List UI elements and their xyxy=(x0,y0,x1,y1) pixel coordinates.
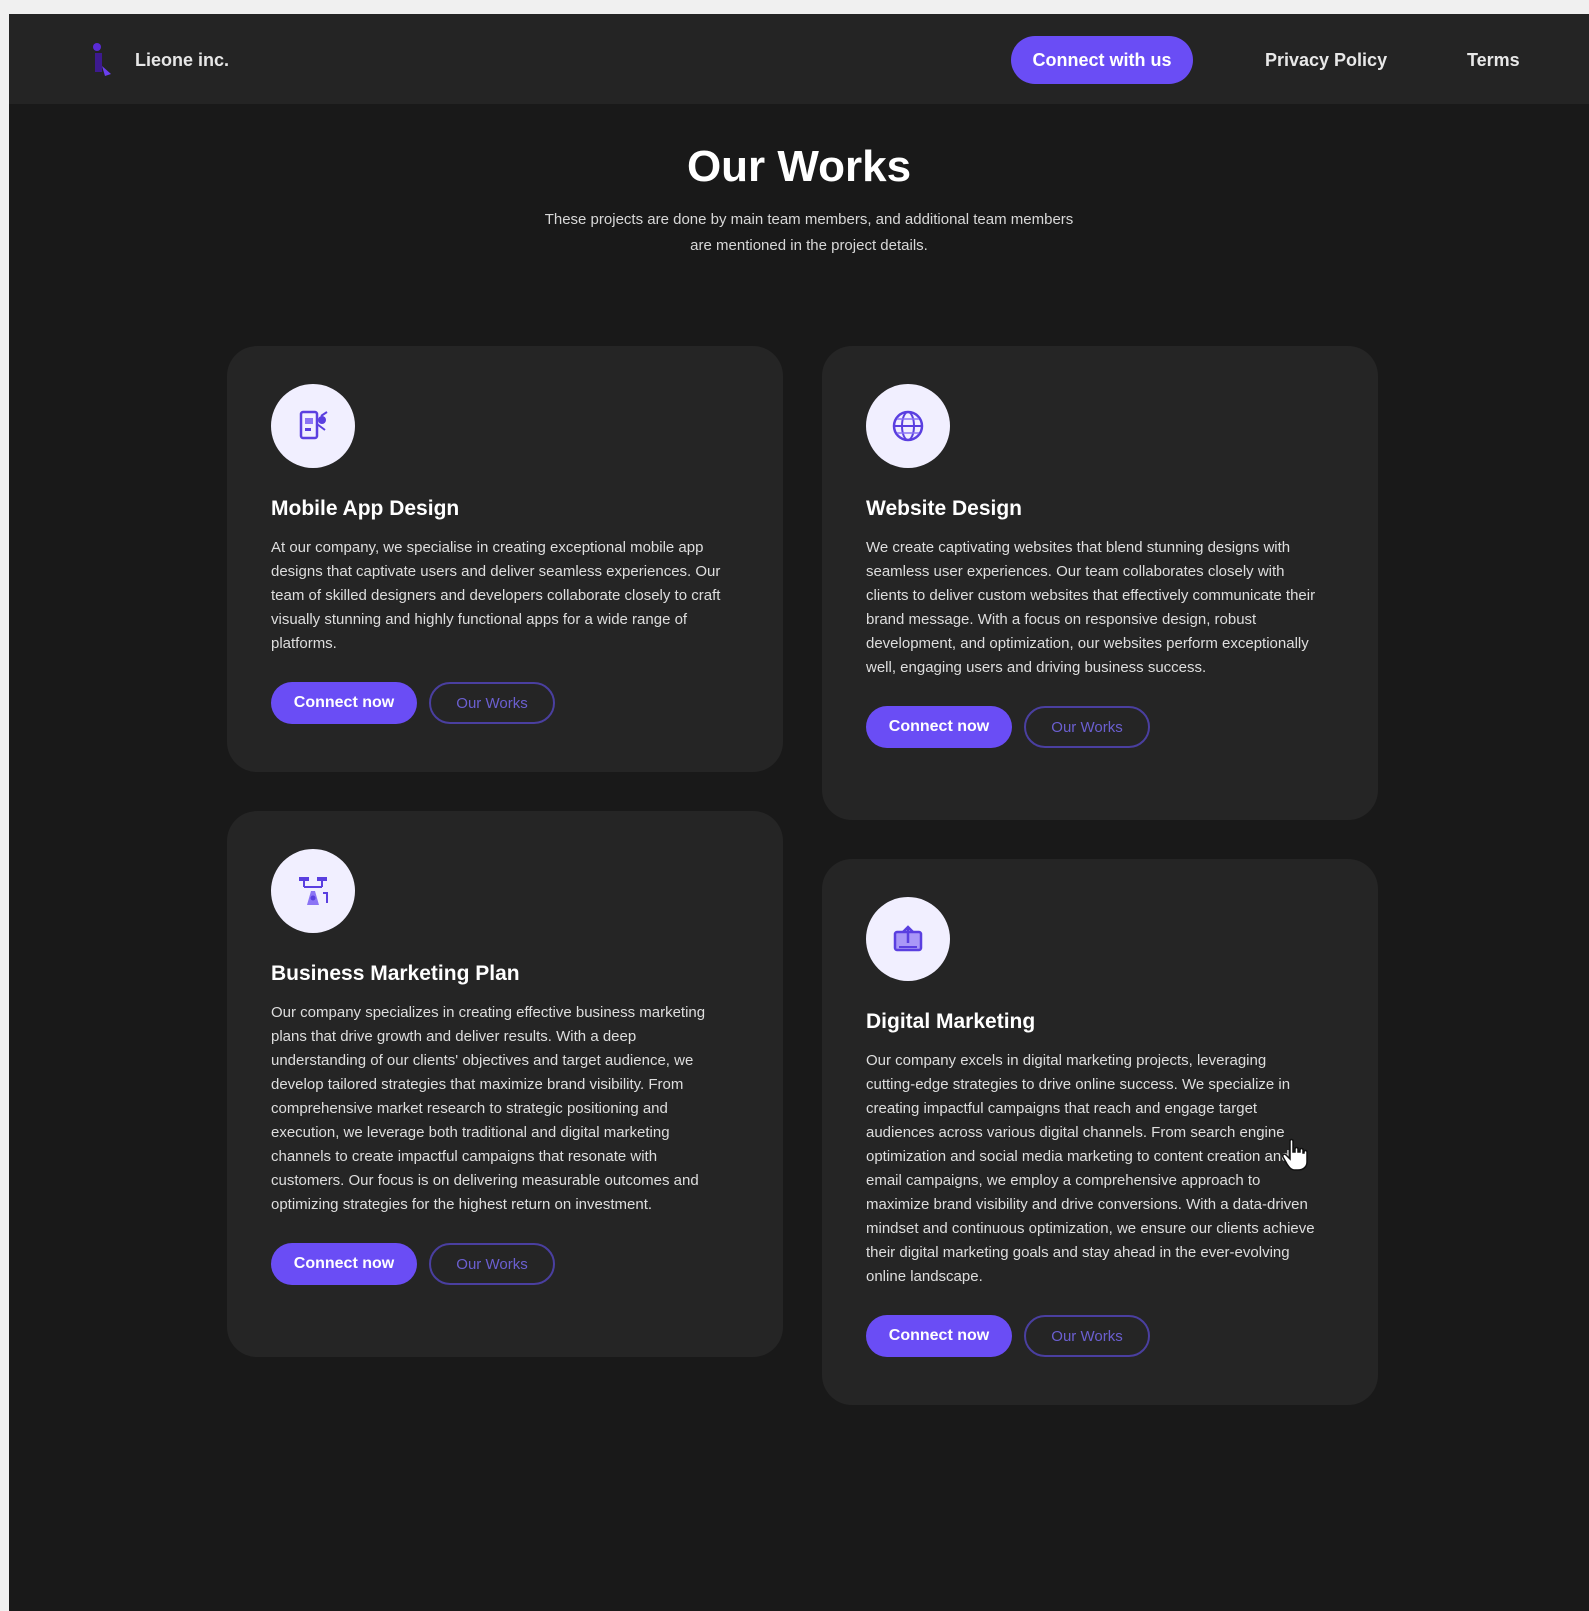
globe-icon xyxy=(892,410,924,442)
service-card-digital-marketing: Digital Marketing Our company excels in … xyxy=(822,859,1378,1405)
digital-marketing-icon xyxy=(893,925,923,952)
page-subtitle: These projects are done by main team mem… xyxy=(544,211,1074,254)
privacy-policy-link[interactable]: Privacy Policy xyxy=(1265,36,1387,84)
card-title: Mobile App Design xyxy=(271,497,460,520)
card-description: Our company specializes in creating effe… xyxy=(271,1004,706,1213)
page-title: Our Works xyxy=(686,142,912,191)
connect-now-button[interactable]: Connect now xyxy=(271,682,417,724)
connect-now-button[interactable]: Connect now xyxy=(866,1315,1012,1357)
connect-now-button[interactable]: Connect now xyxy=(271,1243,417,1285)
service-card-mobile-app: Mobile App Design At our company, we spe… xyxy=(227,346,783,772)
card-actions: Connect now Our Works xyxy=(866,1315,1334,1357)
our-works-button[interactable]: Our Works xyxy=(1024,706,1150,748)
brand-name: Lieone inc. xyxy=(135,49,230,70)
navbar: Lieone inc. Connect with us Privacy Poli… xyxy=(9,14,1589,104)
card-title: Business Marketing Plan xyxy=(271,962,520,985)
hand-cursor-icon xyxy=(1282,1138,1308,1171)
marketing-plan-icon xyxy=(299,877,328,905)
card-icon-wrapper xyxy=(271,849,355,933)
card-description: Our company excels in digital marketing … xyxy=(866,1052,1315,1285)
app-frame: Lieone inc. Connect with us Privacy Poli… xyxy=(9,14,1589,1611)
brand[interactable]: Lieone inc. xyxy=(89,40,229,80)
card-description: At our company, we specialise in creatin… xyxy=(271,539,721,652)
card-icon-wrapper xyxy=(271,384,355,468)
terms-link[interactable]: Terms xyxy=(1467,36,1520,84)
card-icon-wrapper xyxy=(866,384,950,468)
card-icon-wrapper xyxy=(866,897,950,981)
our-works-button[interactable]: Our Works xyxy=(429,1243,555,1285)
service-card-business-marketing: Business Marketing Plan Our company spec… xyxy=(227,811,783,1357)
connect-now-button[interactable]: Connect now xyxy=(866,706,1012,748)
our-works-button[interactable]: Our Works xyxy=(429,682,555,724)
card-actions: Connect now Our Works xyxy=(271,1243,739,1285)
connect-with-us-button[interactable]: Connect with us xyxy=(1011,36,1193,84)
our-works-button[interactable]: Our Works xyxy=(1024,1315,1150,1357)
card-title: Digital Marketing xyxy=(866,1010,1036,1033)
logo-icon xyxy=(93,43,111,76)
card-description: We create captivating websites that blen… xyxy=(866,539,1316,676)
card-actions: Connect now Our Works xyxy=(866,706,1334,748)
mobile-app-icon xyxy=(299,410,328,440)
service-card-website: Website Design We create captivating web… xyxy=(822,346,1378,820)
card-title: Website Design xyxy=(866,497,1022,520)
card-actions: Connect now Our Works xyxy=(271,682,739,724)
